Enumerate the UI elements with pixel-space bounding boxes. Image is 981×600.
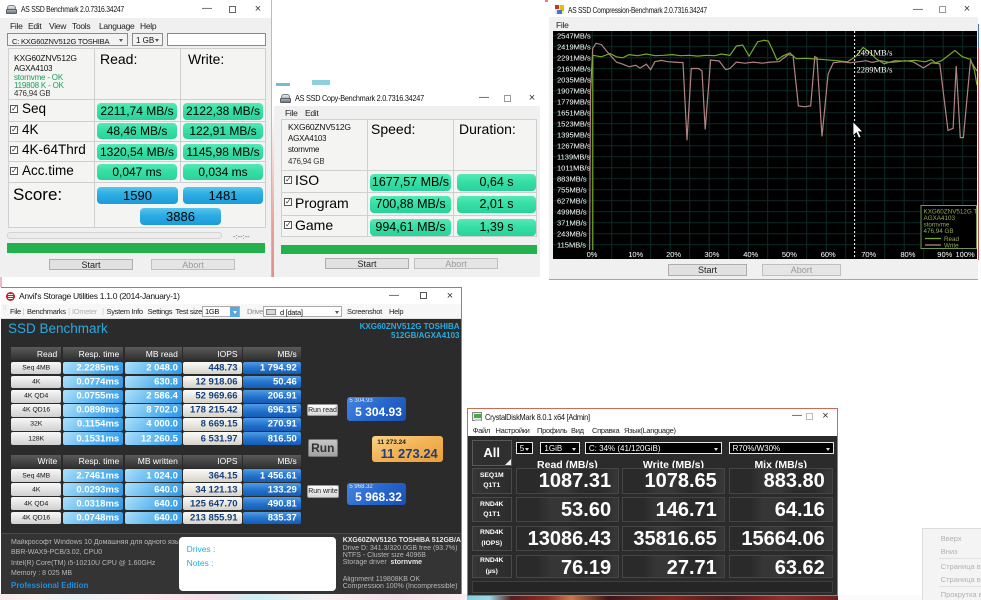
svg-text:2291MB/s: 2291MB/s — [557, 53, 591, 62]
svg-text:499MB/s: 499MB/s — [557, 207, 587, 216]
svg-text:10%: 10% — [628, 250, 643, 259]
svg-text:1651MB/s: 1651MB/s — [557, 108, 591, 117]
svg-text:1395MB/s: 1395MB/s — [557, 130, 591, 139]
svg-text:70%: 70% — [861, 250, 876, 259]
svg-text:40%: 40% — [743, 250, 758, 259]
svg-text:2035MB/s: 2035MB/s — [557, 75, 591, 84]
svg-text:50%: 50% — [782, 250, 797, 259]
svg-text:755MB/s: 755MB/s — [557, 185, 587, 194]
svg-text:60%: 60% — [821, 250, 836, 259]
svg-text:476,94 GB: 476,94 GB — [924, 228, 954, 235]
svg-text:90%: 90% — [937, 250, 952, 259]
svg-text:2289MB/s: 2289MB/s — [857, 65, 893, 75]
svg-text:20%: 20% — [666, 250, 681, 259]
svg-text:1779MB/s: 1779MB/s — [557, 97, 591, 106]
svg-text:30%: 30% — [704, 250, 719, 259]
svg-text:1011MB/s: 1011MB/s — [557, 163, 590, 172]
svg-text:Write: Write — [944, 243, 959, 250]
svg-text:371MB/s: 371MB/s — [557, 218, 587, 227]
svg-text:2547MB/s: 2547MB/s — [557, 31, 591, 40]
svg-text:2419MB/s: 2419MB/s — [557, 42, 591, 51]
svg-text:1267MB/s: 1267MB/s — [557, 141, 591, 150]
svg-text:627MB/s: 627MB/s — [557, 196, 587, 205]
svg-text:0%: 0% — [587, 250, 598, 259]
svg-text:100%: 100% — [956, 250, 976, 259]
svg-text:1139MB/s: 1139MB/s — [557, 152, 590, 161]
svg-text:1523MB/s: 1523MB/s — [557, 119, 591, 128]
svg-text:115MB/s: 115MB/s — [557, 240, 586, 249]
svg-text:2163MB/s: 2163MB/s — [557, 64, 591, 73]
svg-text:2491MB/s: 2491MB/s — [857, 48, 893, 58]
svg-text:243MB/s: 243MB/s — [557, 229, 587, 238]
svg-text:883MB/s: 883MB/s — [557, 174, 587, 183]
svg-text:80%: 80% — [900, 250, 915, 259]
svg-text:1907MB/s: 1907MB/s — [557, 86, 591, 95]
